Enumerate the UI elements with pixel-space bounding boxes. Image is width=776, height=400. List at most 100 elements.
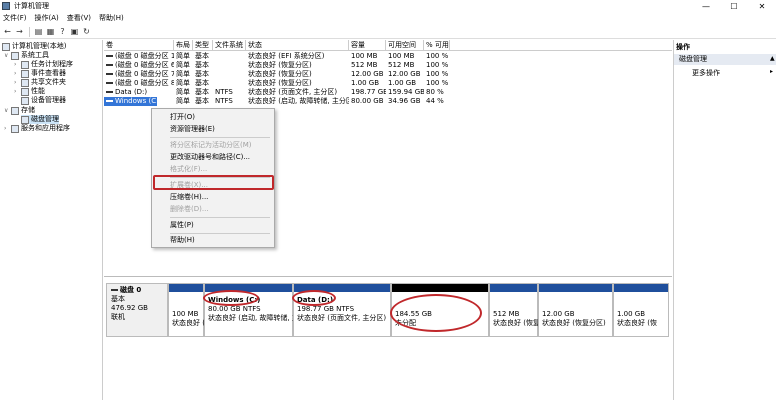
tree-task-scheduler[interactable]: › 任务计划程序 xyxy=(14,60,73,69)
tree-system-tools[interactable]: ∨ 系统工具 xyxy=(4,51,49,60)
partition-status: 状态良好 (恢复 xyxy=(493,319,540,327)
column-header-capacity[interactable]: 容量 xyxy=(349,40,386,51)
partition-size: 1.00 GB xyxy=(617,310,646,318)
tree-shared-folders[interactable]: › 共享文件夹 xyxy=(14,78,66,87)
menu-item-shrink-volume[interactable]: 压缩卷(H)... xyxy=(152,192,274,203)
menu-item-delete-volume[interactable]: 删除卷(D)... xyxy=(152,204,274,215)
volume-name-cell: Windows (C:) xyxy=(104,97,157,106)
partition-size: 12.00 GB xyxy=(542,310,575,318)
expand-arrow-icon[interactable]: › xyxy=(14,87,21,96)
collapse-arrow-icon[interactable]: ∨ xyxy=(4,51,11,60)
volume-row[interactable]: (磁盘 0 磁盘分区 7) 简单 基本 状态良好 (恢复分区) 12.00 GB… xyxy=(104,70,672,79)
tree-storage[interactable]: ∨ 存储 xyxy=(4,106,35,115)
volume-row[interactable]: Data (D:) 简单 基本 NTFS 状态良好 (页面文件, 主分区) 19… xyxy=(104,88,672,97)
partition-text: 1.00 GB 状态良好 (恢 xyxy=(617,310,657,328)
minimize-button[interactable]: — xyxy=(692,0,720,12)
volume-name-cell: (磁盘 0 磁盘分区 7) xyxy=(104,70,174,79)
volume-capacity: 12.00 GB xyxy=(351,70,384,78)
volume-icon xyxy=(106,82,113,84)
disk-name: 磁盘 0 xyxy=(120,286,142,294)
expand-arrow-icon[interactable]: › xyxy=(4,124,11,133)
maximize-button[interactable]: ☐ xyxy=(720,0,748,12)
menu-action[interactable]: 操作(A) xyxy=(35,13,59,23)
tree-disk-management[interactable]: 磁盘管理 xyxy=(21,115,59,124)
menu-item-mark-active[interactable]: 将分区标记为活动分区(M) xyxy=(152,140,274,151)
navigation-tree: 计算机管理(本地) ∨ 系统工具 › 任务计划程序 › 事件查看器 › 共享文件夹 › 性… xyxy=(0,40,103,400)
column-header-type[interactable]: 类型 xyxy=(193,40,213,51)
column-header-percent-free[interactable]: % 可用 xyxy=(424,40,450,51)
close-button[interactable]: ✕ xyxy=(748,0,776,12)
volume-row[interactable]: (磁盘 0 磁盘分区 6) 简单 基本 状态良好 (恢复分区) 512 MB 5… xyxy=(104,61,672,70)
disk-map-pane: 磁盘 0 基本 476.92 GB 联机 100 MB 状态良好 (EFI Win… xyxy=(104,276,672,400)
collapse-up-icon[interactable]: ▲ xyxy=(770,55,775,62)
partition-efi[interactable]: 100 MB 状态良好 (EFI xyxy=(168,283,215,337)
tree-services[interactable]: › 服务和应用程序 xyxy=(4,124,70,133)
back-icon[interactable]: ← xyxy=(2,26,13,37)
export-list-icon[interactable]: ▣ xyxy=(69,26,80,37)
tree-performance[interactable]: › 性能 xyxy=(14,87,45,96)
submenu-arrow-icon[interactable]: ▸ xyxy=(770,68,773,75)
volume-row-selected[interactable]: Windows (C:) 简单 基本 NTFS 状态良好 (启动, 故障转储, … xyxy=(104,97,672,106)
partition-recovery-3[interactable]: 1.00 GB 状态良好 (恢 xyxy=(613,283,669,337)
expand-arrow-icon[interactable]: › xyxy=(14,60,21,69)
column-header-free[interactable]: 可用空间 xyxy=(386,40,424,51)
menu-item-open[interactable]: 打开(O) xyxy=(152,112,274,123)
partition-size: 512 MB xyxy=(493,310,520,318)
properties-icon[interactable]: ▦ xyxy=(45,26,56,37)
partition-bar xyxy=(614,284,668,292)
volume-layout: 简单 xyxy=(176,52,190,60)
volume-row[interactable]: (磁盘 0 磁盘分区 8) 简单 基本 状态良好 (恢复分区) 1.00 GB … xyxy=(104,79,672,88)
partition-recovery-1[interactable]: 512 MB 状态良好 (恢复 xyxy=(489,283,540,337)
menu-item-properties[interactable]: 属性(P) xyxy=(152,220,274,231)
tree-event-viewer[interactable]: › 事件查看器 xyxy=(14,69,66,78)
services-icon xyxy=(11,124,19,133)
volume-icon xyxy=(106,73,113,75)
up-folder-icon[interactable]: ▤ xyxy=(33,26,44,37)
menu-item-change-letter[interactable]: 更改驱动器号和路径(C)... xyxy=(152,152,274,163)
volume-name: (磁盘 0 磁盘分区 1) xyxy=(115,52,174,60)
expand-arrow-icon[interactable]: › xyxy=(14,69,21,78)
partition-recovery-2[interactable]: 12.00 GB 状态良好 (恢复分区) xyxy=(538,283,613,337)
column-header-filesystem[interactable]: 文件系统 xyxy=(213,40,246,51)
tree-device-manager[interactable]: 设备管理器 xyxy=(21,96,66,105)
volume-type: 基本 xyxy=(195,88,209,96)
volume-list-header: 卷 布局 类型 文件系统 状态 容量 可用空间 % 可用 xyxy=(104,40,672,51)
forward-icon[interactable]: → xyxy=(14,26,25,37)
volume-icon xyxy=(106,100,113,102)
tree-root[interactable]: 计算机管理(本地) xyxy=(2,42,66,51)
disk-type: 基本 xyxy=(111,295,125,303)
actions-section-disk-management[interactable]: 磁盘管理 xyxy=(674,54,776,65)
menu-view[interactable]: 查看(V) xyxy=(67,13,91,23)
help-icon[interactable]: ? xyxy=(57,26,68,37)
volume-free: 512 MB xyxy=(388,61,415,69)
column-header-layout[interactable]: 布局 xyxy=(174,40,193,51)
partition-size: 80.00 GB NTFS xyxy=(208,305,261,313)
volume-row[interactable]: (磁盘 0 磁盘分区 1) 简单 基本 状态良好 (EFI 系统分区) 100 … xyxy=(104,52,672,61)
expand-arrow-icon[interactable]: › xyxy=(14,78,21,87)
annotation-highlight-extend xyxy=(153,175,274,190)
disk-0-card[interactable]: 磁盘 0 基本 476.92 GB 联机 xyxy=(106,283,168,337)
volume-filesystem xyxy=(213,79,246,88)
volume-status: 状态良好 (恢复分区) xyxy=(248,61,312,69)
menu-item-explorer[interactable]: 资源管理器(E) xyxy=(152,124,274,135)
menu-file[interactable]: 文件(F) xyxy=(3,13,27,23)
device-icon xyxy=(21,96,29,105)
collapse-arrow-icon[interactable]: ∨ xyxy=(4,106,11,115)
volume-status: 状态良好 (恢复分区) xyxy=(248,79,312,87)
volume-icon xyxy=(106,64,113,66)
column-header-volume[interactable]: 卷 xyxy=(104,40,174,51)
menu-item-format[interactable]: 格式化(F)... xyxy=(152,164,274,175)
menu-item-help[interactable]: 帮助(H) xyxy=(152,235,274,246)
volume-filesystem xyxy=(213,52,246,61)
volume-free: 34.96 GB xyxy=(388,97,421,105)
actions-header: 操作 xyxy=(676,43,690,51)
volume-free: 12.00 GB xyxy=(388,70,421,78)
volume-percent-free: 100 % xyxy=(426,52,449,60)
more-actions-link[interactable]: 更多操作 xyxy=(692,68,720,78)
refresh-icon[interactable]: ↻ xyxy=(81,26,92,37)
menu-help[interactable]: 帮助(H) xyxy=(99,13,124,23)
volume-percent-free: 100 % xyxy=(426,79,449,87)
volume-capacity: 198.77 GB xyxy=(351,88,386,96)
volume-name: Windows (C:) xyxy=(115,97,157,105)
column-header-status[interactable]: 状态 xyxy=(246,40,349,51)
